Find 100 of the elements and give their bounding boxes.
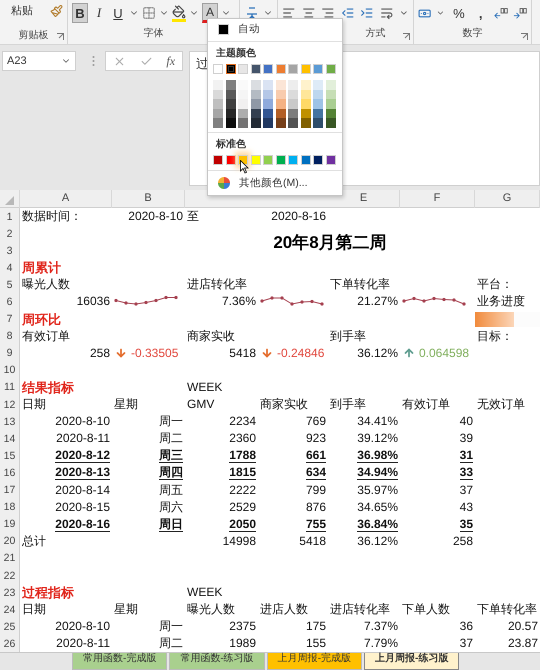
borders-icon[interactable]	[142, 6, 156, 20]
row-header[interactable]: 2	[0, 225, 20, 242]
color-shade-column[interactable]	[238, 80, 248, 128]
color-swatch[interactable]	[300, 64, 310, 74]
insert-function-button[interactable]: fx	[166, 54, 176, 68]
align-right-icon[interactable]	[321, 6, 335, 20]
row-header[interactable]: 10	[0, 362, 20, 379]
font-style-button[interactable]: B	[72, 3, 88, 23]
row-header[interactable]: 7	[0, 310, 20, 328]
cell-text: 总计	[21, 532, 47, 550]
row-header[interactable]: 9	[0, 344, 20, 362]
row-header[interactable]: 25	[0, 618, 20, 636]
cell-text: 下单人数	[401, 601, 451, 618]
sheet-tab[interactable]: 上月周报-完成版	[266, 653, 362, 670]
color-shade-column[interactable]	[250, 80, 260, 128]
color-swatch[interactable]	[250, 154, 260, 164]
format-painter-icon[interactable]	[50, 4, 63, 18]
row-header[interactable]: 17	[0, 482, 20, 499]
cell-value: 1788	[228, 447, 257, 464]
color-swatch[interactable]	[263, 64, 273, 74]
color-swatch[interactable]	[276, 64, 286, 74]
cell-value: 36.84%	[356, 516, 399, 533]
color-shade-column[interactable]	[313, 80, 323, 128]
color-swatch[interactable]	[326, 64, 336, 74]
percent-button[interactable]: %	[450, 3, 468, 23]
row-header[interactable]: 12	[0, 396, 20, 414]
color-shade-column[interactable]	[326, 80, 336, 128]
align-center-icon[interactable]	[302, 6, 316, 20]
color-swatch[interactable]	[288, 64, 298, 74]
cell-text: 进店人数	[259, 601, 309, 618]
font-style-button[interactable]: I	[91, 3, 107, 23]
color-swatch[interactable]	[300, 154, 310, 164]
indent-increase-icon[interactable]	[360, 6, 374, 20]
decrease-decimal-icon[interactable]	[512, 6, 527, 20]
color-swatch[interactable]	[288, 154, 298, 164]
color-shade-column[interactable]	[276, 80, 286, 128]
cell-value: 2020-8-10	[54, 618, 111, 636]
color-swatch[interactable]	[238, 64, 248, 74]
color-swatch[interactable]	[313, 64, 323, 74]
arrow-down-icon	[115, 347, 127, 360]
cell-value: 5418	[228, 344, 257, 362]
row-header[interactable]: 15	[0, 447, 20, 464]
cell-value: 2020-8-11	[55, 430, 111, 448]
row-header[interactable]: 6	[0, 293, 20, 311]
row-header[interactable]: 24	[0, 601, 20, 618]
font-style-button[interactable]: U	[110, 3, 126, 23]
color-swatch[interactable]	[326, 154, 336, 164]
indent-decrease-icon[interactable]	[340, 6, 354, 20]
sheet-tab[interactable]: 常用函数-完成版	[72, 653, 168, 670]
color-shade-column[interactable]	[263, 80, 273, 128]
row-header[interactable]: 16	[0, 464, 20, 482]
row-header[interactable]: 3	[0, 242, 20, 260]
row-header[interactable]: 5	[0, 276, 20, 294]
row-header[interactable]: 4	[0, 259, 20, 276]
cell-value: 634	[304, 464, 327, 482]
row-header[interactable]: 22	[0, 566, 20, 584]
row-header[interactable]: 21	[0, 550, 20, 567]
automatic-color-item[interactable]: 自动	[208, 19, 342, 39]
color-shade-column[interactable]	[300, 80, 310, 128]
row-header[interactable]: 1	[0, 208, 20, 226]
color-swatch[interactable]	[263, 154, 273, 164]
comma-button[interactable]: ,	[472, 3, 489, 23]
paste-button[interactable]: 粘贴	[8, 3, 36, 19]
row-header[interactable]: 26	[0, 635, 20, 652]
row-header[interactable]: 8	[0, 328, 20, 345]
color-swatch[interactable]	[213, 64, 223, 74]
color-shade-column[interactable]	[213, 80, 223, 128]
sheet-tab[interactable]: 常用函数-练习版	[169, 653, 265, 670]
row-header[interactable]: 23	[0, 584, 20, 602]
launcher-icon[interactable]	[403, 33, 410, 40]
arrow-down-icon	[261, 347, 273, 360]
wrap-text-icon[interactable]	[380, 6, 394, 20]
color-swatch[interactable]	[213, 154, 223, 164]
color-shade-column[interactable]	[226, 80, 236, 128]
row-header[interactable]: 14	[0, 430, 20, 448]
name-box[interactable]: A23	[2, 51, 76, 71]
cell-value: 2020-8-12	[54, 447, 111, 464]
row-header[interactable]: 19	[0, 516, 20, 533]
sheet-tab[interactable]: 上月周报-练习版	[364, 653, 460, 670]
row-header[interactable]: 20	[0, 532, 20, 550]
fill-color-icon[interactable]	[172, 4, 186, 22]
cell-value: 769	[304, 413, 327, 430]
row-header[interactable]: 18	[0, 498, 20, 516]
launcher-icon[interactable]	[57, 33, 64, 40]
color-swatch[interactable]	[226, 154, 236, 164]
color-swatch[interactable]	[276, 154, 286, 164]
cell-value: 7.79%	[362, 635, 399, 652]
cell-value: 周三	[158, 447, 184, 464]
color-shade-column[interactable]	[288, 80, 298, 128]
row-header[interactable]: 11	[0, 378, 20, 396]
increase-decimal-icon[interactable]	[494, 6, 508, 20]
align-left-icon[interactable]	[282, 6, 296, 20]
color-swatch[interactable]	[313, 154, 323, 164]
color-swatch[interactable]	[250, 64, 260, 74]
section-heading: 过程指标	[21, 584, 75, 602]
row-header[interactable]: 13	[0, 413, 20, 430]
cell-value: 923	[304, 430, 327, 448]
launcher-icon[interactable]	[521, 33, 528, 40]
phonetic-icon[interactable]	[244, 5, 260, 21]
color-swatch[interactable]	[226, 64, 236, 74]
